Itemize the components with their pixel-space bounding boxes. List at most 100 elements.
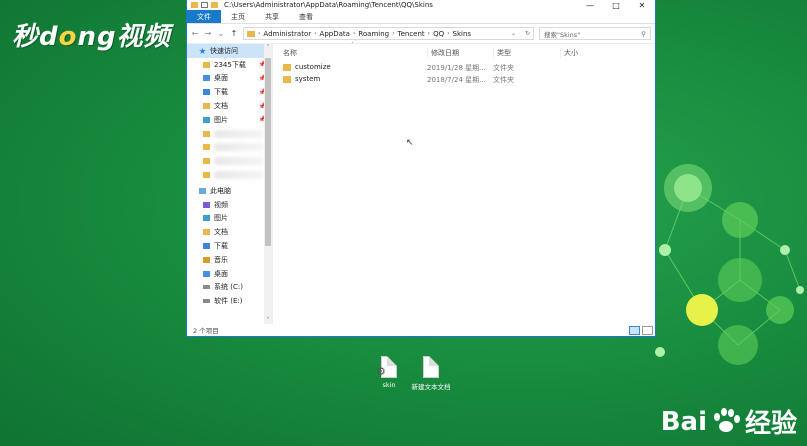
folder-icon xyxy=(247,30,255,37)
status-bar: 2 个项目 xyxy=(187,324,655,336)
nav-item-pc-pictures[interactable]: 图片 xyxy=(187,212,272,226)
column-type[interactable]: 类型 xyxy=(493,48,511,58)
nav-label: 图片 xyxy=(214,115,228,124)
navigation-bar: ← → ⌄ ↑ › Administrator › AppData › Roam… xyxy=(187,24,655,44)
column-headers: ˄ 名称 修改日期 类型 大小 xyxy=(273,42,655,61)
breadcrumb-item[interactable]: Administrator xyxy=(263,30,311,38)
nav-item-drive-c[interactable]: 系统 (C:) xyxy=(187,281,272,295)
nav-item-pc-documents[interactable]: 文档 xyxy=(187,225,272,239)
breadcrumb-separator: › xyxy=(447,30,450,37)
properties-icon[interactable] xyxy=(201,2,208,8)
new-folder-icon[interactable] xyxy=(211,2,218,8)
nav-this-pc[interactable]: 此电脑 xyxy=(187,184,272,198)
minimize-button[interactable]: — xyxy=(577,1,603,10)
nav-label: 音乐 xyxy=(214,255,228,264)
nav-item-music[interactable]: 音乐 xyxy=(187,253,272,267)
nav-item-desktop[interactable]: 桌面 📌 xyxy=(187,72,272,86)
download-icon xyxy=(203,89,210,96)
breadcrumb-item[interactable]: Skins xyxy=(453,30,472,38)
watermark-part: 秒 xyxy=(12,22,40,52)
recent-locations-icon[interactable]: ⌄ xyxy=(217,29,225,38)
scroll-down-icon[interactable]: ˅ xyxy=(264,317,272,324)
blurred-label xyxy=(214,129,264,138)
desktop-icon-label: skin xyxy=(382,381,396,389)
nav-item-blurred[interactable] xyxy=(187,127,272,141)
nav-item-blurred[interactable] xyxy=(187,154,272,168)
desktop-icon-label: 新建文本文档 xyxy=(411,383,451,391)
drive-icon xyxy=(203,299,210,304)
desktop-icon xyxy=(203,75,210,82)
window-controls: — □ ✕ xyxy=(577,1,655,10)
tab-file[interactable]: 文件 xyxy=(187,10,221,23)
nav-item-pc-downloads[interactable]: 下载 xyxy=(187,239,272,253)
music-icon xyxy=(203,256,210,263)
scroll-up-icon[interactable]: ˄ xyxy=(264,44,272,51)
forward-arrow-icon[interactable]: → xyxy=(204,29,212,38)
nav-label: 系统 (C:) xyxy=(214,283,243,292)
explorer-body: 快速访问 2345下载 📌 桌面 📌 下载 📌 文档 📌 图片 📌 此电脑 视频… xyxy=(187,42,655,324)
nav-label: 快速访问 xyxy=(210,46,238,55)
nav-label: 2345下载 xyxy=(214,60,246,69)
title-bar: C:\Users\Administrator\AppData\Roaming\T… xyxy=(187,0,655,10)
column-size[interactable]: 大小 xyxy=(560,48,578,58)
blurred-label xyxy=(214,143,264,152)
sort-up-icon: ˄ xyxy=(351,42,354,49)
nav-quick-access[interactable]: 快速访问 xyxy=(187,44,272,58)
address-dropdown-icon[interactable]: ⌄ xyxy=(508,30,519,37)
videos-icon xyxy=(203,201,210,208)
file-date: 2018/7/24 星期... xyxy=(427,76,486,84)
folder-icon xyxy=(203,130,210,137)
breadcrumb-item[interactable]: QQ xyxy=(433,30,444,38)
breadcrumb-item[interactable]: Roaming xyxy=(358,30,389,38)
nav-item-blurred[interactable] xyxy=(187,141,272,155)
documents-icon xyxy=(203,103,210,110)
navigation-pane: 快速访问 2345下载 📌 桌面 📌 下载 📌 文档 📌 图片 📌 此电脑 视频… xyxy=(187,44,273,324)
breadcrumb-item[interactable]: AppData xyxy=(320,30,350,38)
details-view-icon[interactable] xyxy=(629,326,640,335)
search-input[interactable]: 搜索"Skins" ⚲ xyxy=(539,27,651,40)
window-title: C:\Users\Administrator\AppData\Roaming\T… xyxy=(224,1,433,9)
tab-share[interactable]: 共享 xyxy=(255,10,289,23)
refresh-icon[interactable]: ↻ xyxy=(522,30,533,37)
column-date[interactable]: 修改日期 xyxy=(427,48,459,58)
view-toggle xyxy=(629,326,653,335)
file-explorer-window: C:\Users\Administrator\AppData\Roaming\T… xyxy=(186,0,656,337)
table-row[interactable]: system 2018/7/24 星期... 文件夹 xyxy=(273,73,655,85)
nav-item-drive-e[interactable]: 软件 (E:) xyxy=(187,294,272,308)
folder-icon xyxy=(203,144,210,151)
search-icon: ⚲ xyxy=(641,29,646,38)
nav-item-pictures[interactable]: 图片 📌 xyxy=(187,113,272,127)
address-bar[interactable]: › Administrator › AppData › Roaming › Te… xyxy=(243,27,534,40)
file-name: system xyxy=(295,75,321,83)
watermark-brand: Bai xyxy=(660,406,707,437)
large-icons-view-icon[interactable] xyxy=(642,326,653,335)
up-arrow-icon[interactable]: ↑ xyxy=(230,29,238,38)
drive-icon xyxy=(203,285,210,290)
nav-item-2345-downloads[interactable]: 2345下载 📌 xyxy=(187,58,272,72)
nav-item-pc-desktop[interactable]: 桌面 xyxy=(187,267,272,281)
back-arrow-icon[interactable]: ← xyxy=(191,29,199,38)
breadcrumb-item[interactable]: Tencent xyxy=(398,30,425,38)
folder-icon xyxy=(203,158,210,165)
gear-icon: ⚙ xyxy=(376,365,386,378)
tab-view[interactable]: 查看 xyxy=(289,10,323,23)
close-button[interactable]: ✕ xyxy=(629,1,655,10)
nav-item-documents[interactable]: 文档 📌 xyxy=(187,99,272,113)
scrollbar-thumb[interactable] xyxy=(265,58,271,246)
desktop-icon-new-text-doc[interactable]: 新建文本文档 xyxy=(406,356,456,391)
download-icon xyxy=(203,243,210,250)
nav-scrollbar[interactable]: ˄ ˅ xyxy=(264,44,272,324)
folder-icon[interactable] xyxy=(191,2,198,8)
maximize-button[interactable]: □ xyxy=(603,1,629,10)
desktop-icon xyxy=(203,270,210,277)
computer-icon xyxy=(199,187,206,194)
column-name[interactable]: 名称 xyxy=(283,48,297,58)
breadcrumb-separator: › xyxy=(352,30,356,37)
file-name-cell: system xyxy=(283,75,320,83)
nav-item-downloads[interactable]: 下载 📌 xyxy=(187,85,272,99)
nav-item-videos[interactable]: 视频 xyxy=(187,198,272,212)
tab-home[interactable]: 主页 xyxy=(221,10,255,23)
file-name: customize xyxy=(295,63,331,71)
nav-item-blurred[interactable] xyxy=(187,168,272,182)
table-row[interactable]: customize 2019/1/28 星期... 文件夹 xyxy=(273,61,655,73)
